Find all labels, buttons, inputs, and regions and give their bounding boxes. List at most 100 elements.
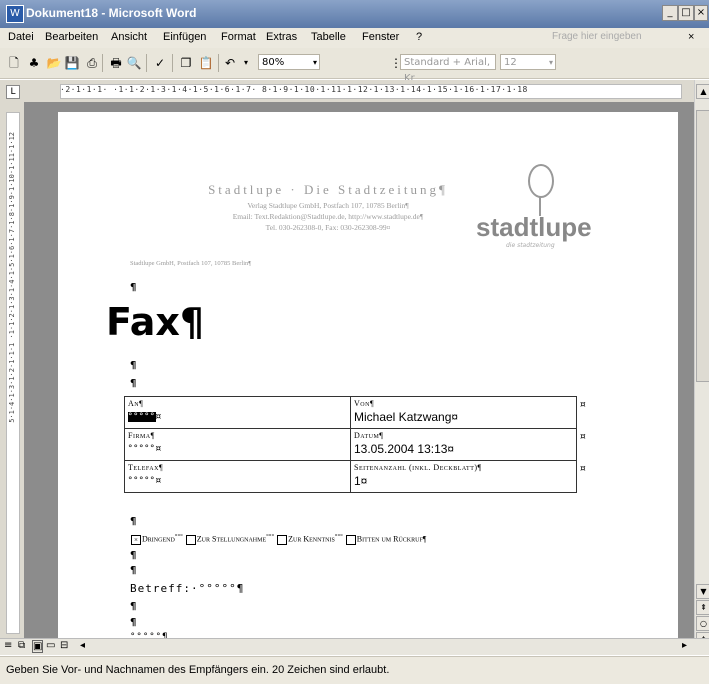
word-app-icon[interactable]: W: [6, 5, 24, 23]
font-size-select[interactable]: 12 ▾: [500, 54, 556, 70]
new-document-icon[interactable]: 🗋: [6, 55, 22, 71]
standard-toolbar: 🗋 ♣ 📂 💾 ⎙ 🖶 🔍 ✓ ❐ 📋 ↶ ▾ 80% ▾ ⋮ Standard…: [0, 48, 709, 84]
paragraph-mark: ¶: [130, 565, 137, 576]
firma-cell[interactable]: Firma¶ °°°°°¤: [124, 428, 351, 461]
menu-datei[interactable]: Datei: [8, 31, 34, 43]
logo-tagline: die stadtzeitung: [506, 242, 555, 249]
scroll-up-icon[interactable]: ▲: [696, 84, 709, 99]
help-search-input[interactable]: Frage hier eingeben: [552, 31, 642, 42]
vertical-scrollbar[interactable]: ▲ ▼ ⇞ ○ ⇟: [694, 80, 709, 647]
status-bar: Geben Sie Vor- und Nachnamen des Empfäng…: [0, 656, 709, 684]
menu-tabelle[interactable]: Tabelle: [311, 31, 346, 43]
scroll-left-icon[interactable]: ◂: [80, 640, 85, 651]
lens-logo-graphic: [528, 164, 554, 198]
row-end-mark: ¤: [580, 464, 586, 474]
subject-field[interactable]: Betreff:·°°°°°¶: [130, 582, 244, 595]
chevron-down-icon: ▾: [548, 58, 553, 67]
table-row: Telefax¶ °°°°°¤ Seitenanzahl (inkl. Deck…: [124, 460, 577, 493]
menu-ansicht[interactable]: Ansicht: [111, 31, 147, 43]
paragraph-mark: ¶: [130, 550, 137, 561]
tab-selector-icon[interactable]: L: [6, 85, 20, 99]
date-value[interactable]: 13.05.2004 13:13¤: [354, 442, 573, 456]
print-icon[interactable]: ⎙: [84, 55, 100, 71]
document-area[interactable]: Stadtlupe · Die Stadtzeitung¶ Verlag Sta…: [24, 102, 694, 638]
window-title: Dokument18 - Microsoft Word: [26, 6, 197, 20]
page-count-value[interactable]: 1¤: [354, 474, 573, 488]
checkbox-row: × Dringend°°° Zur Stellungnahme°°° Zur Ke…: [130, 533, 426, 545]
sender-name-value[interactable]: Michael Katzwang¤: [354, 410, 573, 424]
checkbox-label: Dringend: [142, 534, 175, 544]
zoom-select[interactable]: 80% ▾: [258, 54, 320, 70]
status-text: Geben Sie Vor- und Nachnamen des Empfäng…: [6, 664, 390, 676]
letterhead: Stadtlupe · Die Stadtzeitung¶ Verlag Sta…: [158, 182, 498, 232]
toolbar-separator: [146, 54, 147, 72]
toolbar-separator: [218, 54, 219, 72]
seiten-label: Seitenanzahl (inkl. Deckblatt)¶: [354, 463, 482, 472]
paragraph-mark: ¶: [130, 617, 137, 628]
an-label: An¶: [128, 399, 144, 408]
maximize-button[interactable]: □: [678, 5, 694, 21]
zoom-value: 80%: [262, 57, 285, 68]
menu-extras[interactable]: Extras: [266, 31, 297, 43]
scroll-down-icon[interactable]: ▼: [696, 584, 709, 599]
fax-number-field[interactable]: °°°°°¤: [128, 476, 347, 486]
style-select[interactable]: Standard + Arial, Kr: [400, 54, 496, 84]
fax-heading: Fax¶: [106, 300, 205, 344]
telefax-cell[interactable]: Telefax¶ °°°°°¤: [124, 460, 351, 493]
row-end-mark: ¤: [580, 432, 586, 442]
von-cell[interactable]: Von¶ Michael Katzwang¤: [350, 396, 577, 429]
firma-label: Firma¶: [128, 431, 155, 440]
letterhead-address: Verlag Stadtlupe GmbH, Postfach 107, 107…: [247, 201, 409, 210]
von-label: Von¶: [354, 399, 375, 408]
menu-format[interactable]: Format: [221, 31, 256, 43]
field-separator: °°°: [266, 533, 275, 540]
scroll-right-icon[interactable]: ▸: [682, 640, 687, 651]
paragraph-mark: ¶: [130, 360, 137, 371]
close-button[interactable]: ×: [694, 5, 708, 21]
browse-object-icon[interactable]: ○: [696, 616, 709, 631]
company-field[interactable]: °°°°°¤: [128, 444, 347, 454]
letterhead-email: Email: Text.Redaktion@Stadtlupe.de, http…: [232, 212, 424, 221]
reading-view-icon[interactable]: ▭: [46, 640, 55, 651]
horizontal-ruler[interactable]: L ·2·1·1·1· ·1·1·2·1·3·1·4·1·5·1·6·1·7· …: [0, 80, 709, 102]
menu-fenster[interactable]: Fenster: [362, 31, 399, 43]
checkbox-kenntnis[interactable]: [277, 534, 288, 545]
vertical-ruler[interactable]: 5·1·4·1·3·1·2·1·1·1 ·1·1·2·1·3·1·4·1·5·1…: [0, 102, 24, 638]
open-folder-icon[interactable]: 📂: [46, 55, 62, 71]
checkbox-stellungnahme[interactable]: [185, 534, 196, 545]
stadtlupe-logo: stadtlupe: [476, 212, 592, 242]
document-page[interactable]: Stadtlupe · Die Stadtzeitung¶ Verlag Sta…: [58, 112, 678, 638]
menu-bearbeiten[interactable]: Bearbeiten: [45, 31, 98, 43]
field-separator: °°°: [174, 533, 183, 540]
permission-icon[interactable]: ♣: [26, 55, 42, 71]
scroll-thumb[interactable]: [696, 110, 709, 382]
checkbox-dringend[interactable]: ×: [131, 534, 141, 545]
paragraph-mark: ¶: [130, 282, 137, 293]
checkbox-rueckruf[interactable]: [345, 534, 356, 545]
title-bar[interactable]: W Dokument18 - Microsoft Word _ □ ×: [0, 0, 709, 28]
menu-einfuegen[interactable]: Einfügen: [163, 31, 206, 43]
seiten-cell[interactable]: Seitenanzahl (inkl. Deckblatt)¶ 1¤: [350, 460, 577, 493]
an-cell[interactable]: An¶ °°°°°¤: [124, 396, 351, 429]
preview-icon[interactable]: 🔍: [126, 55, 142, 71]
outline-view-icon[interactable]: ⊟: [60, 640, 68, 651]
datum-cell[interactable]: Datum¶ 13.05.2004 13:13¤: [350, 428, 577, 461]
letterhead-name: Stadtlupe · Die Stadtzeitung¶: [208, 182, 448, 197]
recipient-name-field[interactable]: °°°°°: [128, 412, 156, 422]
undo-dropdown-icon[interactable]: ▾: [238, 55, 254, 71]
previous-page-icon[interactable]: ⇞: [696, 600, 709, 615]
save-icon[interactable]: 💾: [64, 55, 80, 71]
close-document-button[interactable]: ×: [688, 31, 694, 43]
print-layout-icon[interactable]: ▣: [32, 640, 44, 653]
paste-icon[interactable]: 📋: [198, 55, 214, 71]
print-preview-icon[interactable]: 🖶: [108, 55, 124, 71]
normal-view-icon[interactable]: ≡: [4, 640, 12, 651]
menu-help[interactable]: ?: [416, 31, 422, 43]
horizontal-scrollbar[interactable]: ≡ ⧉ ▣ ▭ ⊟ ◂ ▸: [0, 638, 709, 655]
copy-icon[interactable]: ❐: [178, 55, 194, 71]
ruler-ticks: ·2·1·1·1· ·1·1·2·1·3·1·4·1·5·1·6·1·7· 8·…: [60, 85, 528, 94]
minimize-button[interactable]: _: [662, 5, 678, 21]
undo-icon[interactable]: ↶: [222, 55, 238, 71]
spellcheck-icon[interactable]: ✓: [152, 55, 168, 71]
web-view-icon[interactable]: ⧉: [18, 640, 25, 651]
